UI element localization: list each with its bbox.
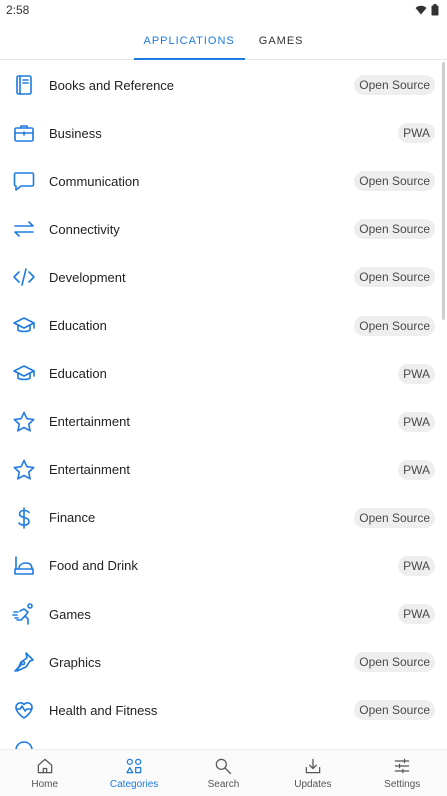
list-item[interactable]: Games PWA (0, 590, 447, 638)
list-item[interactable]: Books and Reference Open Source (0, 61, 447, 109)
briefcase-icon (10, 119, 38, 147)
category-label: Development (49, 269, 126, 285)
pen-nib-icon (10, 648, 38, 676)
home-icon (37, 758, 52, 774)
download-icon (305, 758, 321, 774)
category-label: Health and Fitness (49, 702, 158, 718)
chat-bubble-icon (10, 167, 38, 195)
type-badge: Open Source (354, 315, 435, 336)
status-icons (415, 4, 439, 16)
nav-label: Search (207, 779, 240, 790)
star-icon (10, 456, 38, 484)
nav-label: Updates (294, 779, 332, 790)
food-tray-icon (10, 552, 38, 580)
list-item[interactable]: Entertainment PWA (0, 446, 447, 494)
nav-label: Settings (384, 779, 421, 790)
graduation-cap-icon (10, 312, 38, 340)
category-label: Connectivity (49, 221, 120, 237)
tab-applications[interactable]: APPLICATIONS (133, 35, 246, 60)
dollar-icon (10, 504, 38, 532)
category-list: Books and Reference Open Source Business… (0, 61, 447, 749)
book-icon (10, 71, 38, 99)
list-item[interactable]: Communication Open Source (0, 157, 447, 205)
sliders-icon (394, 758, 410, 774)
list-item-partial[interactable] (0, 734, 447, 749)
running-figure-icon (10, 600, 38, 628)
top-tabs: APPLICATIONS GAMES (0, 20, 447, 60)
tab-games[interactable]: GAMES (249, 35, 314, 59)
category-label: Entertainment (49, 462, 130, 478)
nav-updates[interactable]: Updates (273, 756, 353, 790)
list-item[interactable]: Finance Open Source (0, 494, 447, 542)
category-label: Books and Reference (49, 77, 175, 93)
list-item[interactable]: Education PWA (0, 350, 447, 398)
bottom-navigation: Home Categories Search Updates Settings (0, 749, 447, 796)
heart-pulse-icon (10, 696, 38, 724)
code-icon (10, 263, 38, 291)
nav-search[interactable]: Search (183, 756, 263, 790)
nav-settings[interactable]: Settings (362, 756, 442, 790)
type-badge: Open Source (354, 219, 435, 240)
wifi-icon (415, 5, 427, 15)
category-label: Finance (49, 510, 96, 526)
type-badge: PWA (398, 459, 435, 480)
type-badge: PWA (398, 363, 435, 384)
arrows-swap-icon (10, 215, 38, 243)
category-label: Communication (49, 173, 140, 189)
scrollbar[interactable] (442, 62, 445, 320)
nav-home[interactable]: Home (5, 756, 85, 790)
type-badge: Open Source (354, 267, 435, 288)
list-item[interactable]: Entertainment PWA (0, 398, 447, 446)
list-item[interactable]: Graphics Open Source (0, 638, 447, 686)
star-icon (10, 408, 38, 436)
status-bar: 2:58 (0, 0, 447, 20)
nav-label: Home (31, 779, 59, 790)
category-label: Food and Drink (49, 558, 138, 574)
category-label: Entertainment (49, 414, 130, 430)
category-label: Education (49, 318, 107, 334)
graduation-cap-icon (10, 360, 38, 388)
type-badge: PWA (398, 604, 435, 625)
list-item[interactable]: Health and Fitness Open Source (0, 686, 447, 734)
list-item[interactable]: Development Open Source (0, 253, 447, 301)
category-label: Education (49, 366, 107, 382)
status-time: 2:58 (6, 3, 30, 17)
category-label: Graphics (49, 654, 102, 670)
type-badge: Open Source (354, 652, 435, 673)
list-item[interactable]: Business PWA (0, 109, 447, 157)
type-badge: Open Source (354, 171, 435, 192)
list-item[interactable]: Food and Drink PWA (0, 542, 447, 590)
categories-icon (126, 758, 142, 774)
search-icon (216, 758, 232, 775)
type-badge: Open Source (354, 75, 435, 96)
battery-icon (431, 4, 439, 16)
type-badge: Open Source (354, 700, 435, 721)
nav-categories[interactable]: Categories (94, 756, 174, 790)
type-badge: Open Source (354, 507, 435, 528)
type-badge: PWA (398, 555, 435, 576)
list-item[interactable]: Education Open Source (0, 301, 447, 349)
nav-label: Categories (109, 779, 159, 790)
partial-icon (10, 730, 38, 749)
category-label: Games (49, 606, 91, 622)
type-badge: PWA (398, 123, 435, 144)
list-item[interactable]: Connectivity Open Source (0, 205, 447, 253)
type-badge: PWA (398, 411, 435, 432)
category-label: Business (49, 125, 102, 141)
